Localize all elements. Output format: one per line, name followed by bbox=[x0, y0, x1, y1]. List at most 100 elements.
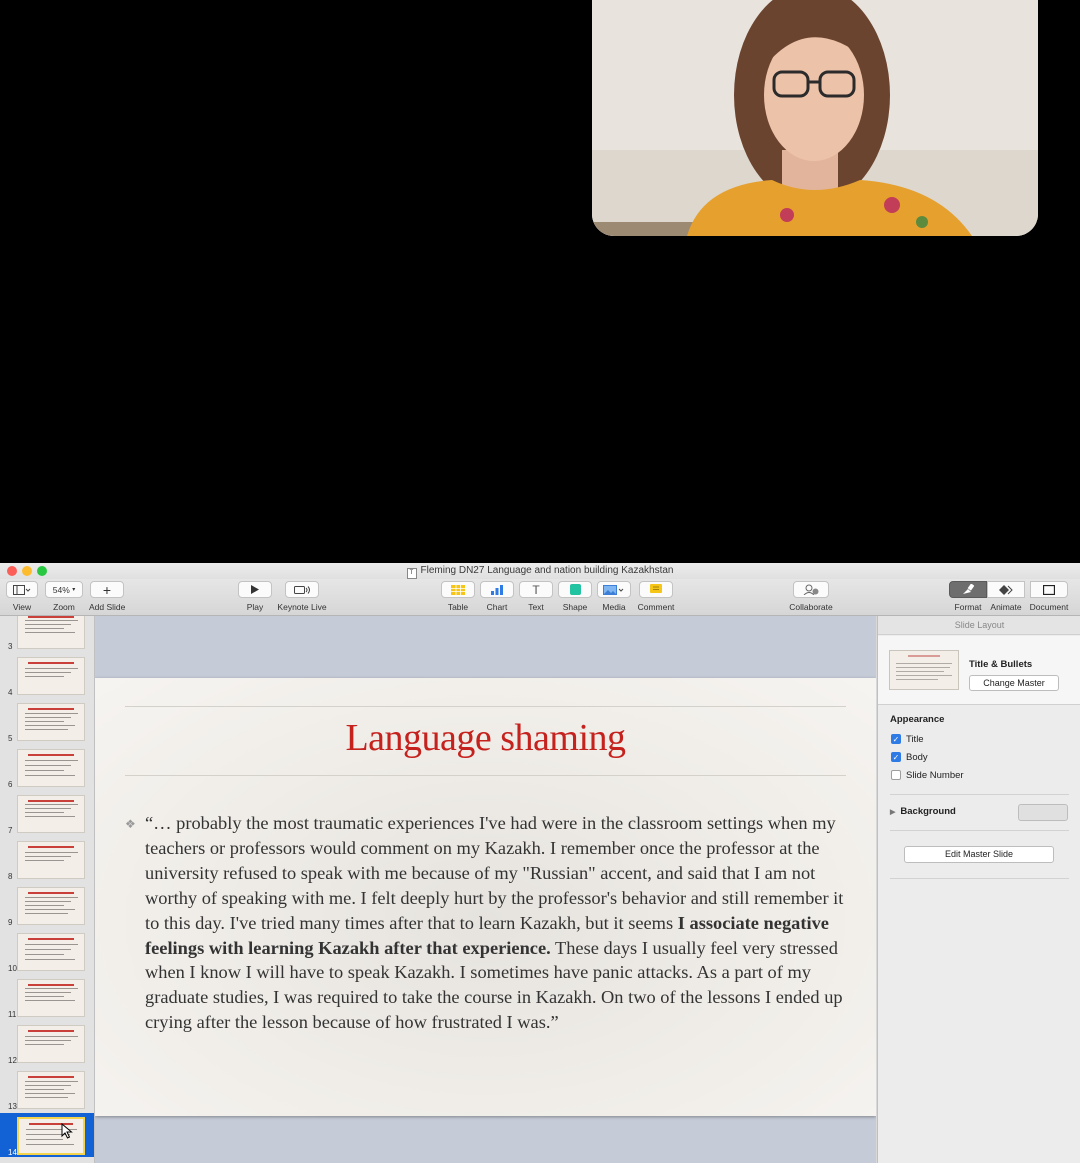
slide-number: 5 bbox=[8, 734, 13, 743]
format-label: Format bbox=[954, 602, 982, 612]
keynote-live-button[interactable]: Keynote Live bbox=[277, 581, 327, 612]
slide-thumbnail[interactable] bbox=[17, 933, 85, 971]
animate-label: Animate bbox=[990, 602, 1022, 612]
edit-master-slide-button[interactable]: Edit Master Slide bbox=[904, 846, 1054, 863]
appearance-option-slide-number[interactable]: Slide Number bbox=[891, 769, 964, 781]
slide-thumbnail-row[interactable]: 14 bbox=[0, 1113, 94, 1157]
slide-thumbnail-row[interactable]: 9 bbox=[0, 883, 94, 927]
add-slide-button[interactable]: + Add Slide bbox=[89, 581, 125, 612]
slide-thumbnail[interactable] bbox=[17, 1025, 85, 1063]
slide-thumbnail[interactable] bbox=[17, 657, 85, 695]
slide-number: 14 bbox=[8, 1148, 17, 1157]
document-icon bbox=[1030, 581, 1068, 598]
slide[interactable]: Language shaming ❖ “… probably the most … bbox=[95, 678, 876, 1116]
mouse-cursor-icon bbox=[61, 1123, 73, 1139]
table-button[interactable]: Table bbox=[441, 581, 475, 612]
slide-thumbnail[interactable] bbox=[17, 1117, 85, 1155]
slide-thumbnail-row[interactable]: 7 bbox=[0, 791, 94, 835]
media-button[interactable]: Media bbox=[597, 581, 631, 612]
background-fill-well[interactable] bbox=[1018, 804, 1068, 821]
title-top-rule bbox=[125, 706, 846, 707]
diamond-bullet-icon: ❖ bbox=[125, 817, 136, 831]
comment-button[interactable]: Comment bbox=[636, 581, 676, 612]
divider bbox=[890, 830, 1069, 831]
option-label: Title bbox=[906, 733, 924, 745]
collaborate-button[interactable]: Collaborate bbox=[789, 581, 833, 612]
slide-title[interactable]: Language shaming bbox=[95, 716, 876, 760]
table-label: Table bbox=[447, 602, 469, 612]
window-title-text: Fleming DN27 Language and nation buildin… bbox=[420, 565, 674, 576]
slide-thumbnail-row[interactable]: 13 bbox=[0, 1067, 94, 1111]
slide-number: 9 bbox=[8, 918, 13, 927]
slide-thumbnail-row[interactable]: 12 bbox=[0, 1021, 94, 1065]
slide-layout-panel: Title & Bullets Change Master bbox=[878, 636, 1080, 705]
slide-number: 11 bbox=[8, 1010, 17, 1019]
appearance-option-body[interactable]: ✓ Body bbox=[891, 751, 928, 763]
zoom-label: Zoom bbox=[53, 602, 75, 612]
comment-label: Comment bbox=[637, 602, 675, 612]
master-thumbnail bbox=[889, 650, 959, 690]
keynote-live-icon bbox=[285, 581, 319, 598]
view-icon bbox=[6, 581, 38, 598]
comment-icon bbox=[639, 581, 673, 598]
view-label: View bbox=[12, 602, 32, 612]
slide-thumbnail[interactable] bbox=[17, 749, 85, 787]
slide-thumbnail[interactable] bbox=[17, 841, 85, 879]
background-disclosure[interactable]: ▶ Background bbox=[890, 806, 956, 817]
slide-thumbnail-row[interactable]: 6 bbox=[0, 745, 94, 789]
document-label: Document bbox=[1029, 602, 1069, 612]
table-icon bbox=[441, 581, 475, 598]
format-button[interactable]: Format bbox=[949, 581, 987, 612]
divider bbox=[890, 794, 1069, 795]
keynote-document-icon: T bbox=[406, 568, 417, 579]
slide-thumbnail-row[interactable]: 4 bbox=[0, 653, 94, 697]
slide-number: 3 bbox=[8, 642, 13, 651]
slide-thumbnail[interactable] bbox=[17, 616, 85, 649]
slide-thumbnail[interactable] bbox=[17, 887, 85, 925]
checkbox-checked-icon[interactable]: ✓ bbox=[891, 734, 901, 744]
collaborate-label: Collaborate bbox=[789, 602, 833, 612]
checkbox-checked-icon[interactable]: ✓ bbox=[891, 752, 901, 762]
change-master-button[interactable]: Change Master bbox=[969, 675, 1059, 691]
shape-button[interactable]: Shape bbox=[558, 581, 592, 612]
checkbox-unchecked-icon[interactable] bbox=[891, 770, 901, 780]
play-label: Play bbox=[246, 602, 264, 612]
slide-navigator[interactable]: 3 4 5 6 7 8 9 10 11 12 13 14 bbox=[0, 616, 95, 1163]
slide-thumbnail[interactable] bbox=[17, 979, 85, 1017]
format-inspector: Slide Layout Title & Bullets Change Mast… bbox=[877, 616, 1080, 1163]
slide-number: 10 bbox=[8, 964, 17, 973]
inspector-header: Slide Layout bbox=[878, 616, 1080, 635]
webcam-video-feed bbox=[592, 0, 1038, 236]
slide-thumbnail-row[interactable]: 8 bbox=[0, 837, 94, 881]
disclosure-triangle-icon: ▶ bbox=[890, 809, 896, 816]
slide-body-text[interactable]: ❖ “… probably the most traumatic experie… bbox=[125, 811, 846, 1035]
slide-number: 13 bbox=[8, 1102, 17, 1111]
shape-label: Shape bbox=[562, 602, 588, 612]
play-button[interactable]: Play bbox=[238, 581, 272, 612]
text-button[interactable]: T Text bbox=[519, 581, 553, 612]
slide-thumbnail-row[interactable]: 5 bbox=[0, 699, 94, 743]
slide-canvas: Language shaming ❖ “… probably the most … bbox=[95, 616, 876, 1163]
zoom-value: 54% bbox=[52, 584, 70, 595]
keynote-window: T Fleming DN27 Language and nation buildi… bbox=[0, 563, 1080, 1163]
zoom-menu[interactable]: 54% ▾ Zoom bbox=[45, 581, 83, 612]
chart-button[interactable]: Chart bbox=[480, 581, 514, 612]
appearance-option-title[interactable]: ✓ Title bbox=[891, 733, 924, 745]
slide-thumbnail-row[interactable]: 3 bbox=[0, 616, 94, 651]
play-icon bbox=[238, 581, 272, 598]
slide-thumbnail[interactable] bbox=[17, 1071, 85, 1109]
chevron-down-icon: ▾ bbox=[72, 587, 76, 593]
animate-button[interactable]: Animate bbox=[987, 581, 1025, 612]
slide-thumbnail-row[interactable]: 10 bbox=[0, 929, 94, 973]
animate-diamond-icon bbox=[987, 581, 1025, 598]
slide-number: 4 bbox=[8, 688, 13, 697]
slide-thumbnail-row[interactable]: 11 bbox=[0, 975, 94, 1019]
slide-thumbnail[interactable] bbox=[17, 795, 85, 833]
appearance-heading: Appearance bbox=[890, 714, 945, 725]
slide-number: 8 bbox=[8, 872, 13, 881]
document-button[interactable]: Document bbox=[1025, 581, 1073, 612]
keynote-live-label: Keynote Live bbox=[277, 602, 327, 612]
slide-thumbnail[interactable] bbox=[17, 703, 85, 741]
window-title: T Fleming DN27 Language and nation buildi… bbox=[0, 565, 1080, 579]
view-button[interactable]: View bbox=[6, 581, 38, 612]
